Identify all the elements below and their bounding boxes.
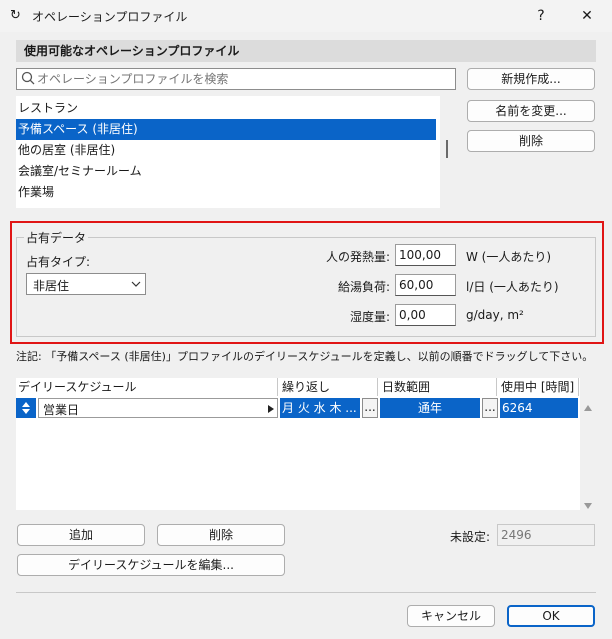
cancel-button[interactable]: キャンセル (407, 605, 495, 627)
column-header-schedule[interactable]: デイリースケジュール (16, 378, 278, 396)
edit-schedule-button[interactable]: デイリースケジュールを編集... (17, 554, 285, 576)
scroll-up-arrow[interactable] (583, 401, 593, 415)
unset-label: 未設定: (450, 530, 491, 544)
schedule-range[interactable]: 通年 (380, 398, 480, 418)
column-header-range[interactable]: 日数範囲 (380, 378, 497, 396)
column-header-hours[interactable]: 使用中 [時間] (499, 378, 579, 396)
search-input[interactable] (37, 70, 447, 88)
drag-handle[interactable] (16, 398, 36, 418)
footer-separator (16, 592, 596, 593)
scroll-down-arrow[interactable] (583, 499, 593, 513)
occupancy-group-label: 占有データ (24, 229, 89, 246)
occupancy-type-value: 非居住 (33, 279, 70, 293)
help-button[interactable]: ? (526, 5, 556, 27)
search-icon (21, 71, 35, 88)
schedule-repeat[interactable]: 月 火 水 木 ... (280, 398, 360, 418)
caret-right-icon (267, 403, 275, 417)
table-row[interactable]: 営業日 月 火 水 木 ... ... 通年 ... 6264 (16, 397, 580, 419)
list-item-selected[interactable]: 予備スペース (非居住) (16, 119, 436, 140)
repeat-more-button[interactable]: ... (362, 398, 378, 418)
list-item[interactable]: 他の居室 (非居住) (16, 140, 436, 161)
hot-water-unit: l/日 (一人あたり) (466, 280, 559, 294)
list-item[interactable]: 作業場 (16, 182, 436, 203)
chevron-down-icon (130, 278, 142, 293)
hot-water-input[interactable]: 60,00 (395, 274, 456, 296)
occupancy-type-label: 占有タイプ: (26, 255, 91, 269)
title-bar: ↻ オペレーションプロファイル ? ✕ (0, 0, 612, 32)
profile-list[interactable]: レストラン 予備スペース (非居住) 他の居室 (非居住) 会議室/セミナールー… (16, 96, 440, 208)
schedule-name-field[interactable]: 営業日 (38, 398, 278, 418)
range-more-button[interactable]: ... (482, 398, 498, 418)
delete-schedule-button[interactable]: 削除 (157, 524, 285, 546)
hot-water-label: 給湯負荷: (337, 280, 390, 294)
unset-value: 2496 (497, 524, 595, 546)
window-title: オペレーションプロファイル (32, 10, 188, 24)
list-scrollbar-thumb[interactable] (446, 140, 448, 158)
delete-profile-button[interactable]: 削除 (467, 130, 595, 152)
heat-gain-input[interactable]: 100,00 (395, 244, 456, 266)
humidity-input[interactable]: 0,00 (395, 304, 456, 326)
schedule-hours: 6264 (500, 398, 578, 418)
list-item[interactable]: レストラン (16, 98, 436, 119)
ok-button[interactable]: OK (507, 605, 595, 627)
list-item[interactable]: 会議室/セミナールーム (16, 161, 436, 182)
app-icon: ↻ (10, 8, 21, 23)
rename-profile-button[interactable]: 名前を変更... (467, 100, 595, 122)
heat-gain-label: 人の発熱量: (325, 250, 390, 264)
close-button[interactable]: ✕ (572, 5, 602, 27)
humidity-unit: g/day, m² (466, 308, 524, 322)
add-schedule-button[interactable]: 追加 (17, 524, 145, 546)
schedule-note: 注記: 「予備スペース (非居住)」プロファイルのデイリースケジュールを定義し、… (16, 350, 594, 363)
humidity-label: 湿度量: (349, 310, 390, 324)
search-field[interactable] (16, 68, 456, 90)
occupancy-type-dropdown[interactable]: 非居住 (26, 273, 146, 295)
schedule-name: 営業日 (43, 403, 80, 417)
heat-gain-unit: W (一人あたり) (466, 250, 552, 264)
column-header-repeat[interactable]: 繰り返し (280, 378, 378, 396)
new-profile-button[interactable]: 新規作成... (467, 68, 595, 90)
profiles-section-header: 使用可能なオペレーションプロファイル (16, 40, 596, 62)
